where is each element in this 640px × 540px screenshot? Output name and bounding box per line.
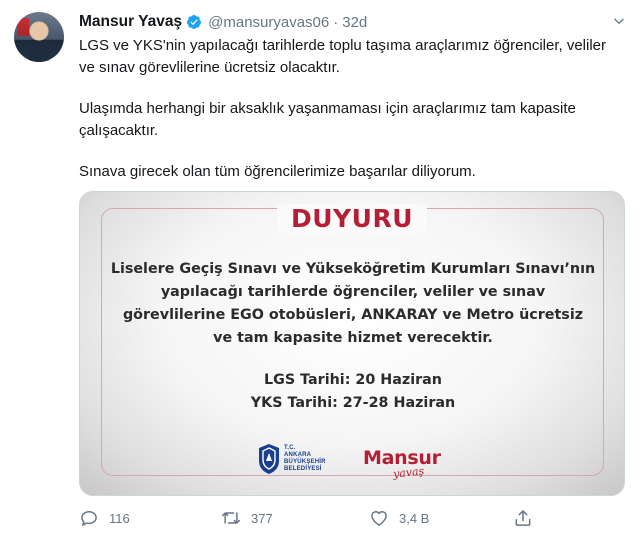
abb-logo-line: ANKARA — [284, 452, 312, 458]
reply-icon — [81, 511, 97, 526]
abb-logo-line: T.C. — [284, 445, 296, 451]
tweet-timestamp[interactable]: 32d — [342, 14, 367, 31]
announcement-body-line: görevlilerine EGO otobüsleri, ANKARAY ve… — [122, 307, 584, 323]
tweet-text-paragraph-2: Ulaşımda herhangi bir aksaklık yaşanmama… — [79, 100, 576, 139]
heart-icon — [371, 511, 387, 526]
share-button[interactable] — [513, 508, 533, 528]
announcement-body-line: ve tam kapasite hizmet verecektir. — [213, 330, 493, 346]
ankara-emblem-icon — [259, 444, 279, 474]
mansur-yavas-logo: Mansur yavaş — [363, 448, 447, 484]
tweet[interactable]: Mansur Yavaş @mansuryavas06 · 32d LGS ve… — [0, 0, 640, 540]
avatar[interactable] — [14, 12, 64, 62]
retweet-icon — [221, 512, 241, 524]
announcement-dates: LGS Tarihi: 20 Haziran YKS Tarihi: 27-28… — [108, 369, 598, 415]
reply-count: 116 — [109, 510, 130, 526]
chevron-down-icon[interactable] — [612, 14, 626, 28]
announcement-body-line: Liselere Geçiş Sınavı ve Yükseköğretim K… — [110, 261, 596, 277]
tweet-header: Mansur Yavaş @mansuryavas06 · 32d — [79, 12, 367, 32]
tweet-image-announcement[interactable]: DUYURU Liselere Geçiş Sınavı ve Yükseköğ… — [79, 191, 625, 496]
abb-logo-line: BELEDİYESİ — [284, 466, 322, 472]
mansur-logo-word: Mansur — [363, 447, 441, 469]
retweet-count: 377 — [251, 510, 273, 526]
announcement-body-line: yapılacağı tarihlerde öğrenciler, velile… — [160, 284, 546, 300]
mansur-logo-script: yavaş — [392, 464, 425, 481]
separator-dot: · — [333, 13, 339, 31]
ankara-municipality-logo: T.C. ANKARA BÜYÜKŞEHİR BELEDİYESİ — [258, 443, 326, 475]
yks-date-line: YKS Tarihi: 27-28 Haziran — [250, 395, 456, 411]
announcement-body: Liselere Geçiş Sınavı ve Yükseköğretim K… — [108, 258, 598, 350]
share-icon — [515, 510, 531, 526]
abb-logo-line: BÜYÜKŞEHİR — [284, 459, 326, 465]
tweet-text-paragraph-1: LGS ve YKS'nin yapılacağı tarihlerde top… — [79, 37, 607, 76]
verified-badge-icon — [187, 15, 202, 29]
lgs-date-line: LGS Tarihi: 20 Haziran — [264, 372, 442, 388]
tweet-text-paragraph-3: Sınava girecek olan tüm öğrencilerimize … — [79, 163, 476, 180]
author-handle[interactable]: @mansuryavas06 — [208, 14, 329, 31]
reply-button[interactable]: 116 — [79, 508, 130, 528]
tweet-actions: 116 377 3,4 B — [79, 508, 549, 530]
like-button[interactable]: 3,4 B — [369, 508, 429, 528]
announcement-heading: DUYURU — [276, 204, 428, 234]
author-display-name[interactable]: Mansur Yavaş — [79, 13, 182, 31]
retweet-button[interactable]: 377 — [221, 508, 273, 528]
like-count: 3,4 B — [399, 510, 430, 526]
